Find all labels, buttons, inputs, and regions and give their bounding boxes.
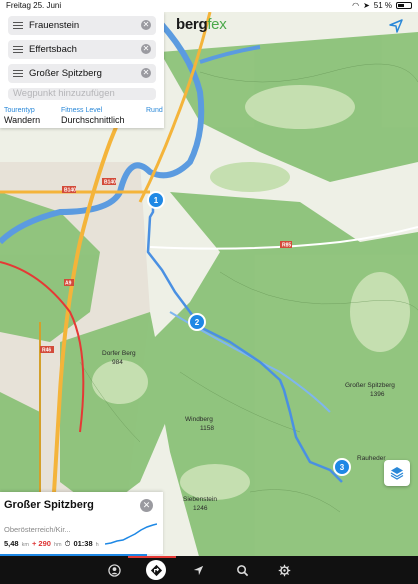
place-label: Rauheder [357,455,386,462]
wifi-icon: ◠ [352,1,360,10]
marker-label: 2 [195,318,200,327]
drag-handle-icon[interactable] [13,68,23,78]
tour-type-selector[interactable]: Tourentyp Wandern [4,107,40,125]
navigation-icon [193,565,203,575]
battery-text: 51 % [373,1,392,10]
tab-indicator [128,556,176,558]
tour-stats: 5,48 km + 290 hm ⏱ 01:38 h [4,539,99,549]
layers-icon [390,467,404,480]
route-planner-panel: Frauenstein ✕ Effertsbach ✕ Großer Spitz… [0,12,164,128]
add-waypoint-input[interactable]: Wegpunkt hinzuzufügen [8,88,156,100]
tour-region: Oberösterreich/Kir... [4,525,71,534]
bottom-tab-bar [0,556,418,584]
battery-icon [396,2,412,9]
remove-waypoint-icon[interactable]: ✕ [141,44,151,54]
profile-tab[interactable] [104,560,124,580]
peak-label: Dorfer Berg [102,350,136,357]
remove-waypoint-icon[interactable]: ✕ [141,20,151,30]
route-tab[interactable] [146,560,166,580]
peak-alt: 1396 [370,391,385,398]
drag-handle-icon[interactable] [13,20,23,30]
waypoint-row[interactable]: Frauenstein ✕ [8,16,156,35]
navigation-tab[interactable] [188,560,208,580]
road-label: R85 [282,243,291,249]
waypoint-row[interactable]: Großer Spitzberg ✕ [8,64,156,83]
waypoint-label: Effertsbach [29,44,77,55]
waypoint-row[interactable]: Effertsbach ✕ [8,40,156,59]
fitness-value: Durchschnittlich [61,115,125,125]
waypoint-label: Frauenstein [29,20,80,31]
tour-summary-card[interactable]: Großer Spitzberg Oberösterreich/Kir... ✕… [0,492,163,556]
distance-unit: km [21,542,29,548]
search-tab[interactable] [232,560,252,580]
time-value: 01:38 [73,539,93,548]
distance-value: 5,48 [4,539,19,548]
route-marker-2[interactable]: 2 [188,313,206,331]
waypoint-label: Großer Spitzberg [29,68,102,79]
tour-type-value: Wandern [4,115,41,125]
marker-label: 1 [154,196,159,205]
brand-logo: bergfex [176,16,227,33]
road-label: R46 [42,348,51,354]
peak-alt: 984 [112,359,123,366]
drag-handle-icon[interactable] [13,44,23,54]
round-label: Rund [146,107,163,114]
time-unit: h [95,542,99,548]
road-label: B140 [104,180,116,186]
route-marker-1[interactable]: 1 [147,191,165,209]
settings-tab[interactable] [274,560,294,580]
close-icon[interactable]: ✕ [140,499,153,512]
road-label: A9 [65,281,72,287]
route-icon [150,564,162,576]
layers-button[interactable] [384,460,410,486]
peak-label: Großer Spitzberg [345,382,395,389]
locate-arrow-icon[interactable] [388,18,404,34]
peak-alt: 1246 [193,505,208,512]
ascent-value: + 290 [31,539,51,548]
fitness-label: Fitness Level [61,107,103,114]
clock-icon: ⏱ [64,539,71,548]
status-bar: Freitag 25. Juni ◠ ➤ 51 % [0,0,418,12]
search-icon [236,564,248,576]
profile-icon [107,563,121,577]
location-icon: ➤ [363,1,370,10]
peak-label: Windberg [185,416,213,423]
status-right: ◠ ➤ 51 % [352,1,412,10]
peak-label: Siebenstein [183,496,217,503]
route-marker-3[interactable]: 3 [333,458,351,476]
status-date: Freitag 25. Juni [6,1,62,10]
marker-label: 3 [340,463,345,472]
tour-title: Großer Spitzberg [4,499,94,511]
round-trip-toggle[interactable]: Rund [146,107,163,114]
ascent-unit: hm [53,542,62,548]
settings-icon [278,564,290,576]
elevation-profile [105,523,157,545]
remove-waypoint-icon[interactable]: ✕ [141,68,151,78]
tour-type-label: Tourentyp [4,107,35,114]
peak-alt: 1158 [200,425,214,432]
road-label: B140 [64,188,76,194]
fitness-selector[interactable]: Fitness Level Durchschnittlich [61,107,125,125]
